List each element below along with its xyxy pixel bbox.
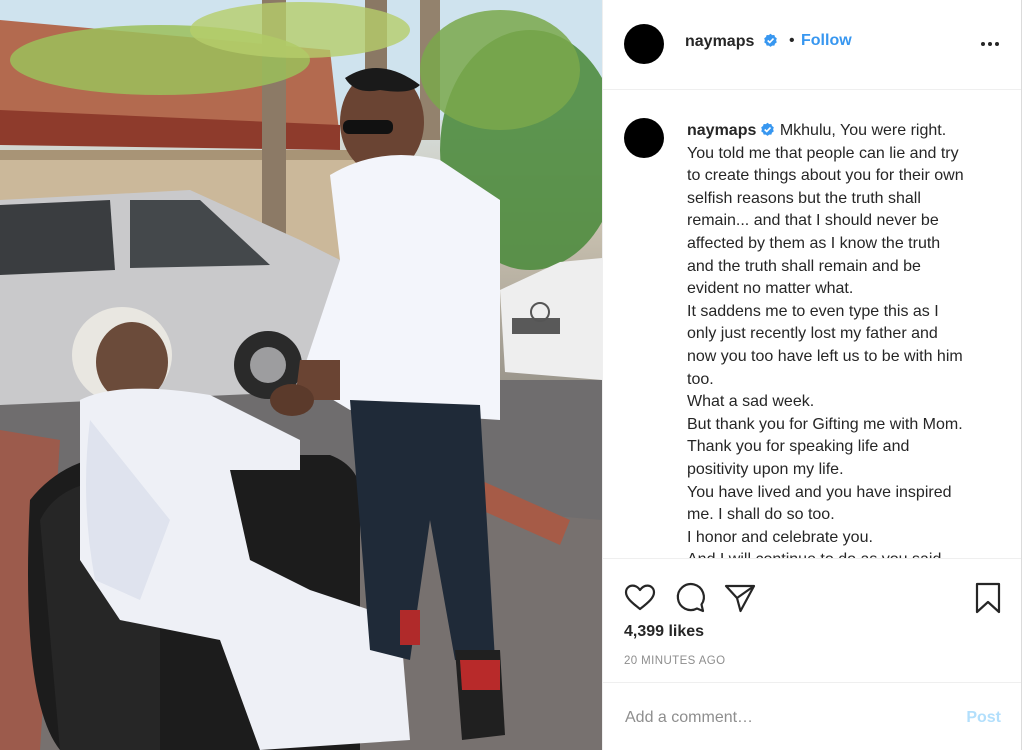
header-username[interactable]: naymaps xyxy=(685,33,778,51)
caption-avatar[interactable] xyxy=(624,118,664,158)
follow-button[interactable]: Follow xyxy=(801,32,852,50)
caption-text-line: only just recently lost my father and xyxy=(687,325,938,343)
avatar[interactable] xyxy=(624,24,664,64)
caption-line-0: naymaps Mkhulu, You were right. xyxy=(687,120,1009,143)
caption-text-line: now you too have left us to be with him xyxy=(687,347,963,365)
username-label[interactable]: naymaps xyxy=(685,33,754,50)
comment-input[interactable] xyxy=(623,703,947,733)
caption-text-line: You have lived and you have inspired xyxy=(687,483,952,501)
caption-text-line: affected by them as I know the truth xyxy=(687,234,941,252)
caption-text-line: What a sad week. xyxy=(687,393,815,411)
paper-plane-icon[interactable] xyxy=(723,581,757,615)
post-actions: 4,399 likes 20 MINUTES AGO xyxy=(603,558,1021,682)
caption-text-line: You told me that people can lie and try xyxy=(687,144,959,162)
likes-count[interactable]: 4,399 likes xyxy=(624,623,704,641)
post-comment-button[interactable]: Post xyxy=(966,709,1001,727)
verified-badge-icon xyxy=(764,33,777,47)
caption-text-line: positivity upon my life. xyxy=(687,460,844,478)
post-photo[interactable] xyxy=(0,0,602,750)
caption-text-line: and the truth shall remain and be xyxy=(687,257,921,275)
caption-text-line: me. I shall do so too. xyxy=(687,506,835,524)
caption-text-line: And I will continue to do as you said xyxy=(687,549,1009,558)
caption-text-line: selfish reasons but the truth shall xyxy=(687,189,921,207)
comment-bubble-icon[interactable] xyxy=(673,581,707,615)
caption-text-line: It saddens me to even type this as I xyxy=(687,302,939,320)
comment-bar: Post xyxy=(603,682,1021,750)
caption-text-line: evident no matter what. xyxy=(687,280,854,298)
verified-badge-icon xyxy=(761,122,775,136)
caption-text-line: remain... and that I should never be xyxy=(687,212,939,230)
bookmark-icon[interactable] xyxy=(971,581,1005,615)
separator-dot: • xyxy=(789,32,795,49)
heart-icon[interactable] xyxy=(623,581,657,615)
caption-text-line: to create things about you for their own xyxy=(687,167,964,185)
post-side-panel: naymaps • Follow naymaps Mkhulu, You wer… xyxy=(602,0,1022,750)
caption-text-line: too. xyxy=(687,370,714,388)
caption-username[interactable]: naymaps xyxy=(687,122,756,139)
caption-area: naymaps Mkhulu, You were right. You told… xyxy=(603,90,1021,558)
post-timestamp[interactable]: 20 MINUTES AGO xyxy=(624,655,725,667)
caption-text-line: Thank you for speaking life and xyxy=(687,438,910,456)
photo-illustration xyxy=(0,0,602,750)
caption-text-line: I honor and celebrate you. xyxy=(687,528,873,546)
caption-text-line: But thank you for Gifting me with Mom. xyxy=(687,415,963,433)
more-options-icon[interactable] xyxy=(979,34,1001,54)
post-header: naymaps • Follow xyxy=(603,0,1021,90)
caption-text: naymaps Mkhulu, You were right. You told… xyxy=(687,120,1009,558)
caption-text-line: Mkhulu, You were right. xyxy=(779,122,947,139)
